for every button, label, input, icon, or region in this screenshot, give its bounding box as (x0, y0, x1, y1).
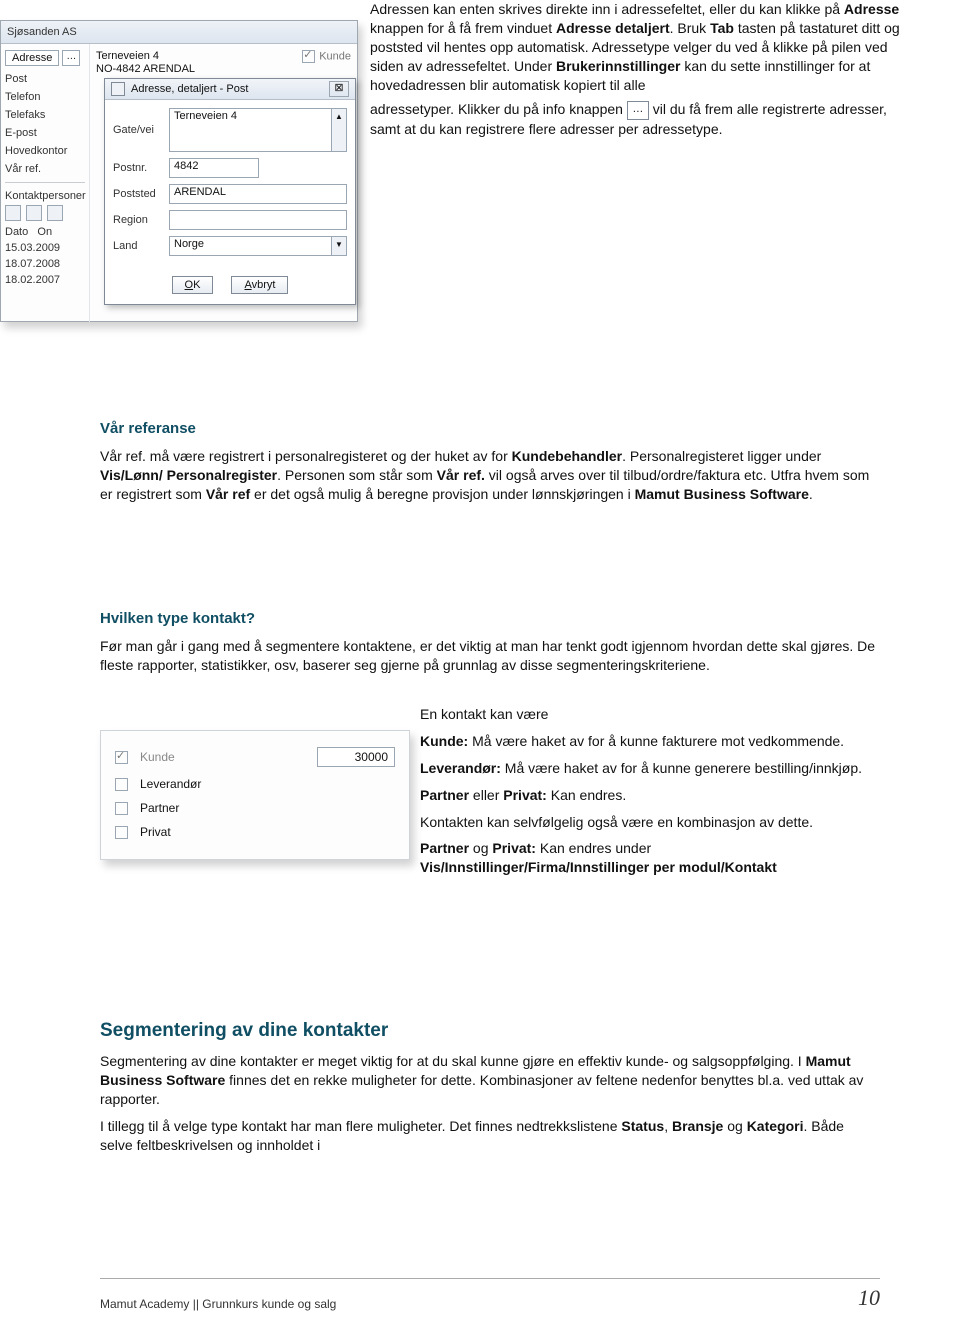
contact-type-description: En kontakt kan være Kunde: Må være haket… (420, 705, 910, 885)
paragraph: Segmentering av dine kontakter er meget … (100, 1052, 880, 1109)
table-row: 18.02.2007 (5, 272, 85, 288)
paragraph: Adressen kan enten skrives direkte inn i… (370, 0, 900, 94)
gate-input[interactable]: Terneveien 4 (169, 108, 332, 152)
address-detail-dialog: Adresse, detaljert - Post ⊠ Gate/vei Ter… (104, 78, 356, 305)
nav-item[interactable]: Telefaks (5, 106, 85, 124)
left-panel: Adresse … Post Telefon Telefaks E-post H… (1, 44, 90, 322)
page-footer: Mamut Academy || Grunnkurs kunde og salg… (100, 1278, 880, 1311)
checkbox-icon[interactable] (115, 826, 128, 839)
kunde-checkbox[interactable]: Kunde (302, 50, 351, 63)
toolbar-icon[interactable] (47, 205, 63, 221)
contact-type-card: Kunde 30000 Leverandør Partner Privat (100, 730, 410, 860)
table-row: 15.03.2009 (5, 240, 85, 256)
toolbar-icon[interactable] (5, 205, 21, 221)
info-button-icon: … (627, 101, 649, 120)
address-line: NO-4842 ARENDAL (96, 63, 351, 76)
chevron-up-icon[interactable]: ▲ (332, 108, 347, 152)
postnr-input[interactable]: 4842 (169, 158, 259, 178)
checkbox-icon (302, 50, 315, 63)
nav-item[interactable]: Kontaktpersoner (5, 187, 85, 205)
privat-label: Privat (140, 825, 171, 839)
checkbox-icon[interactable] (115, 751, 128, 764)
table-row: 18.07.2008 (5, 256, 85, 272)
intro-addresse-text: Adressen kan enten skrives direkte inn i… (370, 0, 900, 145)
cancel-button[interactable]: Avbryt (231, 276, 288, 294)
partner-label: Partner (140, 801, 179, 815)
app-screenshot: Sjøsanden AS Adresse … Post Telefon Tele… (0, 20, 358, 322)
field-label: Postnr. (113, 162, 169, 174)
nav-item[interactable]: Hovedkontor (5, 142, 85, 160)
checkbox-icon[interactable] (115, 778, 128, 791)
nav-item[interactable]: Telefon (5, 88, 85, 106)
kunde-label: Kunde (140, 750, 175, 764)
checkbox-icon[interactable] (115, 802, 128, 815)
section-heading: Hvilken type kontakt? (100, 610, 880, 627)
adresse-button[interactable]: Adresse (5, 50, 59, 66)
nav-item[interactable]: Post (5, 70, 85, 88)
window-title: Sjøsanden AS (1, 21, 357, 44)
poststed-input[interactable]: ARENDAL (169, 184, 347, 204)
leverandor-label: Leverandør (140, 777, 201, 791)
paragraph: I tillegg til å velge type kontakt har m… (100, 1117, 880, 1155)
field-label: Region (113, 214, 169, 226)
region-input[interactable] (169, 210, 347, 230)
ok-button[interactable]: OK (172, 276, 214, 294)
chevron-down-icon[interactable]: ▼ (332, 236, 347, 256)
dialog-icon (111, 82, 125, 96)
footer-text: Mamut Academy || Grunnkurs kunde og salg (100, 1297, 336, 1311)
paragraph: Før man går i gang med å segmentere kont… (100, 637, 880, 675)
field-label: Land (113, 240, 169, 252)
kunde-number: 30000 (317, 747, 395, 767)
nav-item[interactable]: Vår ref. (5, 160, 85, 178)
section-heading: Segmentering av dine kontakter (100, 1020, 880, 1042)
field-label: Poststed (113, 188, 169, 200)
nav-item[interactable]: E-post (5, 124, 85, 142)
dialog-title: Adresse, detaljert - Post (131, 83, 248, 95)
section-heading: Vår referanse (100, 420, 880, 437)
close-icon[interactable]: ⊠ (329, 81, 349, 97)
paragraph: Vår ref. må være registrert i personalre… (100, 447, 880, 504)
paragraph: adressetyper. Klikker du på info knappen… (370, 100, 900, 139)
toolbar-icon[interactable] (26, 205, 42, 221)
page-number: 10 (858, 1285, 880, 1311)
land-select[interactable]: Norge (169, 236, 332, 256)
field-label: Gate/vei (113, 124, 169, 136)
more-icon[interactable]: … (62, 50, 80, 66)
